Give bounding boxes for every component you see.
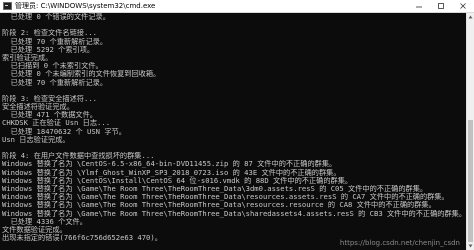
console-line: CHKDSK 正在验证 Usn 日志... [2, 119, 111, 128]
cmd-window: 管理员: C:\WINDOWS\system32\cmd.exe 已处理 0 个… [0, 0, 474, 250]
watermark: https://blog.csdn.net/chenjin_csdn [339, 239, 460, 247]
console-line: Windows 替换了名为 \Ylmf_Ghost_WinXP_SP3_2018… [2, 168, 341, 177]
maximize-icon [438, 3, 444, 9]
console-line: 已处理 18470632 个 USN 字节。 [2, 127, 126, 136]
console-line: Windows 替换了名为 \Game\The Room Three\TheRo… [2, 184, 428, 193]
close-icon [460, 3, 466, 9]
console-line: 已处理 70 个重新解析记录。 [2, 78, 108, 87]
maximize-button[interactable] [430, 0, 452, 12]
console-line: Windows 替换了名为 \CentOS-6.5-x86_64-bin-DVD… [2, 160, 337, 169]
console-line: 已处理 0 个错误的文件记录。 [2, 13, 110, 21]
scrollbar-thumb[interactable] [468, 120, 473, 242]
scroll-down-button[interactable] [467, 242, 474, 250]
console-line: 安全描述符验证完成。 [2, 103, 74, 112]
console-line: 已处理 70 个重新解析记录。 [2, 37, 108, 46]
console-line: 已处理 4336 个文件。 [2, 217, 87, 226]
close-button[interactable] [452, 0, 474, 12]
scroll-up-button[interactable] [467, 13, 474, 21]
console-line: 已扫描到 0 个未索引文件。 [2, 62, 103, 71]
title-bar[interactable]: 管理员: C:\WINDOWS\system32\cmd.exe [0, 0, 474, 13]
minimize-icon [416, 6, 422, 8]
console-line: Windows 替换了名为 \Game\The Room Three\TheRo… [2, 201, 436, 210]
console-line: Windows 替换了名为 \Game\The Room Three\TheRo… [2, 209, 466, 218]
console-line: Usn 日志验证完成。 [2, 135, 70, 144]
minimize-button[interactable] [408, 0, 430, 12]
console-line: Windows 替换了名为 \Game\The Room Three\TheRo… [2, 193, 449, 202]
window-controls [408, 0, 474, 12]
vertical-scrollbar[interactable] [466, 13, 474, 250]
chevron-down-icon [468, 244, 473, 248]
console-line: 已处理 471 个数据文件。 [2, 111, 97, 120]
cmd-icon[interactable] [3, 2, 12, 10]
chevron-up-icon [468, 15, 473, 19]
console-line: 已处理 5292 个索引项。 [2, 45, 95, 54]
console-line: Windows 替换了名为 \CentOS\Install\CentOS 64 … [2, 176, 353, 185]
console-line: 文件数据验证完成。 [2, 225, 67, 234]
console-line: 索引验证完成。 [2, 53, 53, 62]
console-line: 阶段 2: 检查文件名链接... [2, 29, 97, 38]
window-title: 管理员: C:\WINDOWS\system32\cmd.exe [15, 2, 156, 10]
console-output[interactable]: 已处理 0 个错误的文件记录。 阶段 2: 检查文件名链接... 已处理 70 个… [0, 13, 466, 250]
console-line: 阶段 4: 在用户文件数据中查找损坏的群集... [2, 152, 155, 161]
console-line: 已处理 0 个未编制索引的文件恢复到回收箱。 [2, 70, 161, 79]
console-line: 阶段 3: 检查安全描述符... [2, 94, 97, 103]
